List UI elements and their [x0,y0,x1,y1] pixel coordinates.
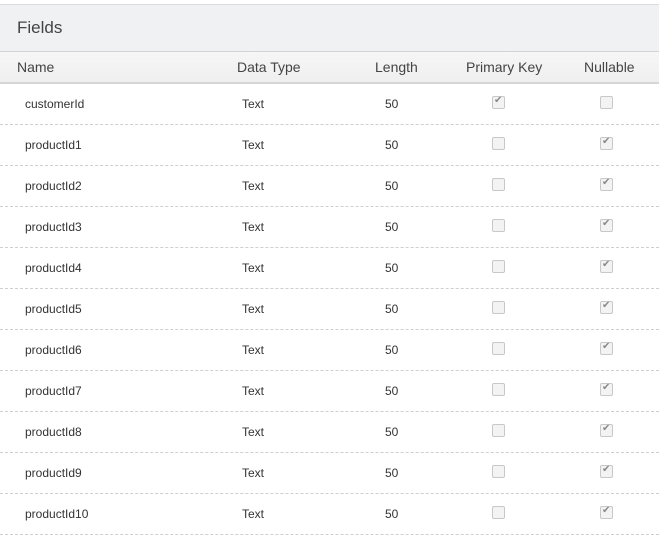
primary-key-checkbox[interactable] [492,342,505,356]
primary-key-checkbox[interactable] [492,178,505,192]
nullable-checkbox[interactable] [600,505,613,520]
field-data-type: Text [242,425,265,439]
column-header-data-type[interactable]: Data Type [230,59,350,75]
field-name: productId10 [25,507,89,521]
primary-key-checkbox[interactable] [492,465,505,479]
nullable-checkbox[interactable] [600,341,613,356]
field-name: productId8 [25,425,82,439]
primary-key-checkbox[interactable] [492,424,505,438]
nullable-checkbox[interactable] [600,382,613,397]
table-row[interactable]: productId8 Text 50 [0,412,659,453]
field-name: productId6 [25,343,82,357]
primary-key-checkbox[interactable] [492,506,505,520]
table-row[interactable]: productId3 Text 50 [0,207,659,248]
field-data-type: Text [242,97,265,111]
nullable-checkbox[interactable] [600,423,613,438]
nullable-checkbox[interactable] [600,464,613,479]
primary-key-checkbox[interactable] [492,260,505,274]
primary-key-checkbox[interactable] [492,137,505,151]
field-data-type: Text [242,466,265,480]
field-data-type: Text [242,384,265,398]
field-name: customerId [25,97,85,111]
field-length: 50 [385,507,399,521]
field-length: 50 [385,466,399,480]
field-name: productId2 [25,179,82,193]
primary-key-checkbox[interactable] [492,95,505,110]
field-data-type: Text [242,343,265,357]
primary-key-checkbox[interactable] [492,301,505,315]
field-name: productId5 [25,302,82,316]
table-row[interactable]: customerId Text 50 [0,84,659,125]
nullable-checkbox[interactable] [600,177,613,192]
table-row[interactable]: productId2 Text 50 [0,166,659,207]
nullable-checkbox[interactable] [600,218,613,233]
table-row[interactable]: productId4 Text 50 [0,248,659,289]
column-header-name[interactable]: Name [0,59,230,75]
field-name: productId1 [25,138,82,152]
field-data-type: Text [242,302,265,316]
panel-header: Fields [0,5,659,52]
nullable-checkbox[interactable] [600,96,613,110]
primary-key-checkbox[interactable] [492,383,505,397]
table-row[interactable]: productId6 Text 50 [0,330,659,371]
field-name: productId9 [25,466,82,480]
table-row[interactable]: productId7 Text 50 [0,371,659,412]
table-row[interactable]: productId1 Text 50 [0,125,659,166]
table-row[interactable]: productId10 Text 50 [0,494,659,535]
field-name: productId7 [25,384,82,398]
primary-key-checkbox[interactable] [492,219,505,233]
fields-panel: Fields Name Data Type Length Primary Key… [0,4,659,535]
nullable-checkbox[interactable] [600,300,613,315]
table-header: Name Data Type Length Primary Key Nullab… [0,52,659,84]
field-length: 50 [385,179,399,193]
column-header-length[interactable]: Length [350,59,447,75]
field-length: 50 [385,302,399,316]
table-body: customerIdText50productId1Text50productI… [0,84,659,535]
panel-title: Fields [17,18,63,37]
field-length: 50 [385,97,399,111]
table-row[interactable]: productId5 Text 50 [0,289,659,330]
field-data-type: Text [242,179,265,193]
field-length: 50 [385,220,399,234]
field-length: 50 [385,261,399,275]
nullable-checkbox[interactable] [600,136,613,151]
field-data-type: Text [242,261,265,275]
field-length: 50 [385,343,399,357]
field-length: 50 [385,138,399,152]
table-row[interactable]: productId9 Text 50 [0,453,659,494]
field-data-type: Text [242,220,265,234]
column-header-primary-key[interactable]: Primary Key [447,59,567,75]
field-data-type: Text [242,138,265,152]
field-length: 50 [385,384,399,398]
field-name: productId4 [25,261,82,275]
column-header-nullable[interactable]: Nullable [567,59,659,75]
field-data-type: Text [242,507,265,521]
field-length: 50 [385,425,399,439]
nullable-checkbox[interactable] [600,259,613,274]
field-name: productId3 [25,220,82,234]
